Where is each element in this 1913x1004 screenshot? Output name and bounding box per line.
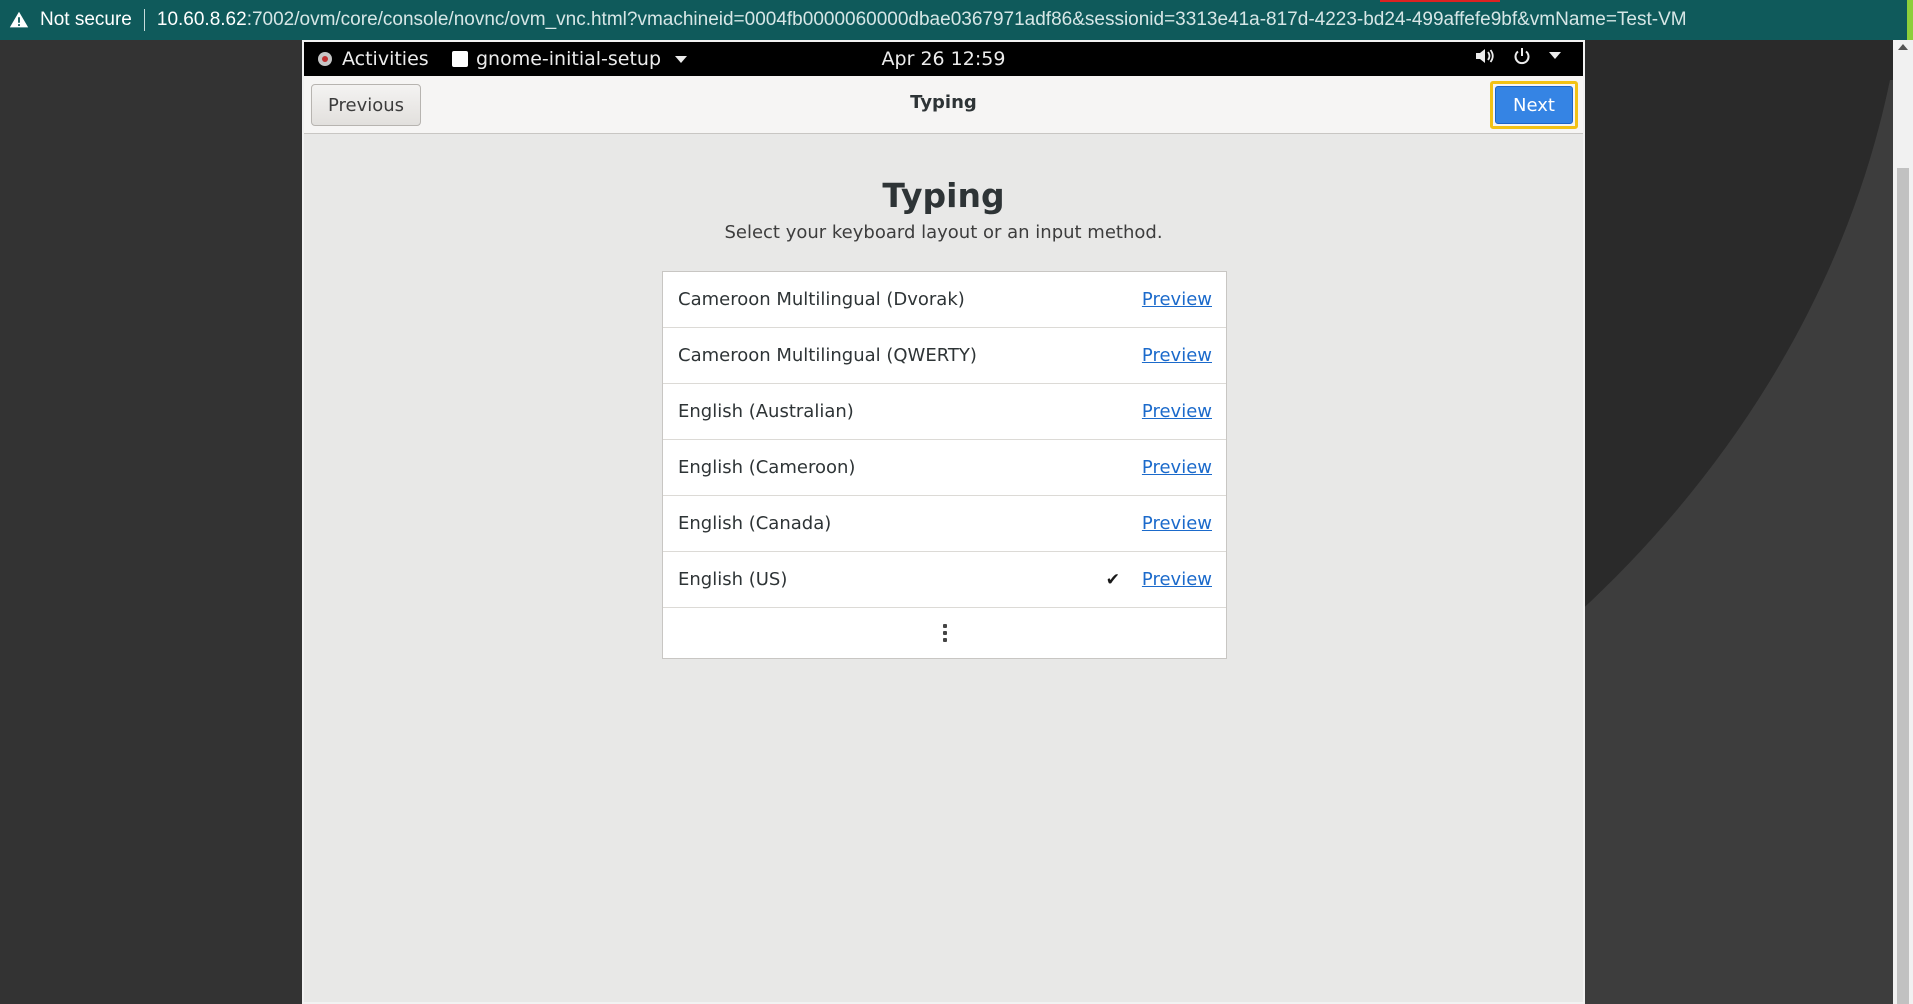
header-title: Typing <box>910 92 977 113</box>
browser-address-bar[interactable]: Not secure 10.60.8.62:7002/ovm/core/cons… <box>0 0 1913 40</box>
header-bar: Previous Typing Next <box>304 76 1583 134</box>
more-vertical-icon <box>942 624 947 642</box>
preview-link[interactable]: Preview <box>1142 401 1212 422</box>
next-button-focus-ring: Next <box>1490 81 1578 129</box>
power-icon <box>1514 48 1530 65</box>
layout-row[interactable]: English (Cameroon) Preview <box>663 440 1226 496</box>
next-button[interactable]: Next <box>1495 86 1573 124</box>
preview-link[interactable]: Preview <box>1142 289 1212 310</box>
layout-row[interactable]: English (Australian) Preview <box>663 384 1226 440</box>
chevron-down-icon <box>1549 52 1561 59</box>
layout-label: Cameroon Multilingual (QWERTY) <box>678 345 977 366</box>
page-subtitle: Select your keyboard layout or an input … <box>724 222 1163 243</box>
layout-row[interactable]: Cameroon Multilingual (Dvorak) Preview <box>663 272 1226 328</box>
preview-link[interactable]: Preview <box>1142 457 1212 478</box>
layout-label: English (US) <box>678 569 788 590</box>
layout-label: English (Canada) <box>678 513 832 534</box>
page-title: Typing <box>882 176 1005 215</box>
volume-icon <box>1476 49 1494 63</box>
warning-triangle-icon <box>9 11 29 28</box>
vm-console-window[interactable]: Activities gnome-initial-setup Apr 26 12… <box>302 40 1585 1004</box>
checkmark-icon: ✔ <box>1105 569 1121 590</box>
clock[interactable]: Apr 26 12:59 <box>304 48 1583 70</box>
url-path[interactable]: :7002/ovm/core/console/novnc/ovm_vnc.htm… <box>247 9 1687 31</box>
layout-label: Cameroon Multilingual (Dvorak) <box>678 289 965 310</box>
layout-label: English (Australian) <box>678 401 854 422</box>
layout-row[interactable]: Cameroon Multilingual (QWERTY) Preview <box>663 328 1226 384</box>
preview-link[interactable]: Preview <box>1142 513 1212 534</box>
scroll-thumb[interactable] <box>1897 168 1909 1004</box>
url-host[interactable]: 10.60.8.62 <box>157 9 247 31</box>
layout-row-selected[interactable]: English (US) ✔ Preview <box>663 552 1226 608</box>
system-menu[interactable] <box>1475 47 1561 65</box>
page-scrollbar[interactable] <box>1893 40 1913 1004</box>
keyboard-layout-list: Cameroon Multilingual (Dvorak) Preview C… <box>662 271 1227 659</box>
not-secure-label[interactable]: Not secure <box>40 9 132 31</box>
url-separator <box>143 9 145 31</box>
preview-link[interactable]: Preview <box>1142 569 1212 590</box>
scroll-up-icon[interactable] <box>1898 44 1908 50</box>
preview-link[interactable]: Preview <box>1142 345 1212 366</box>
more-layouts-button[interactable] <box>663 608 1226 658</box>
loading-indicator <box>1380 0 1500 2</box>
gnome-top-bar: Activities gnome-initial-setup Apr 26 12… <box>304 42 1583 76</box>
layout-label: English (Cameroon) <box>678 457 856 478</box>
layout-row[interactable]: English (Canada) Preview <box>663 496 1226 552</box>
